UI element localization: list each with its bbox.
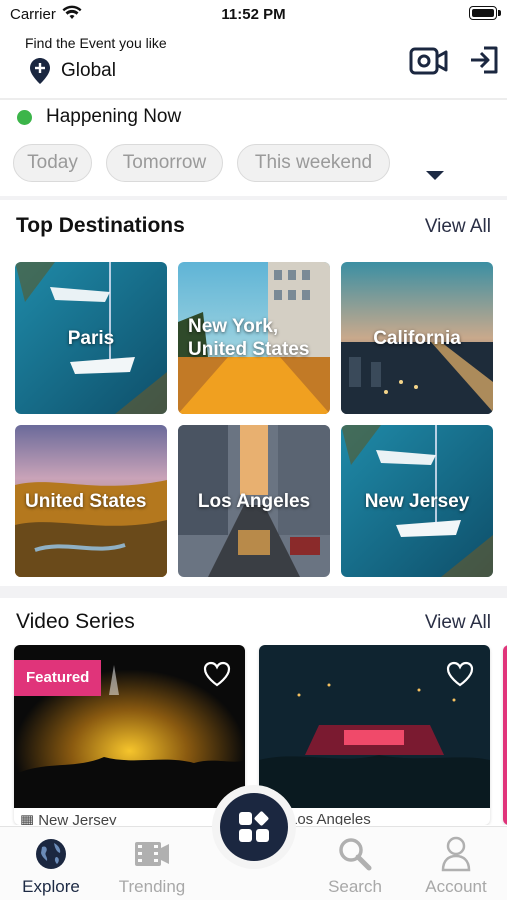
chip-today[interactable]: Today [13,144,92,182]
header: Find the Event you like Global [0,30,507,98]
video-series-view-all-link[interactable]: View All [425,612,491,634]
video-card-los-angeles[interactable]: Los Angeles [259,645,490,825]
user-icon [411,835,501,873]
destination-tile-paris[interactable]: Paris [15,262,167,414]
chevron-down-icon[interactable] [426,171,444,180]
destination-label: Los Angeles [197,490,311,512]
video-camera-button[interactable] [408,44,450,78]
destination-tile-united-states[interactable]: United States [15,425,167,577]
header-prompt: Find the Event you like [25,35,167,51]
section-divider [0,196,507,200]
globe-icon [6,835,96,873]
login-button[interactable] [466,42,502,78]
chip-tomorrow[interactable]: Tomorrow [106,144,223,182]
building-icon: ▦ [20,812,35,825]
heart-icon[interactable] [203,661,231,687]
live-indicator-dot [17,110,32,125]
destination-label: United States [25,490,147,512]
categories-fab-button[interactable] [220,793,288,861]
tab-search[interactable]: Search [310,835,400,897]
destination-tile-new-jersey[interactable]: New Jersey [341,425,493,577]
destinations-grid: Paris New York, United States California [0,262,507,582]
tab-label: Search [328,877,382,896]
destination-label: New York, United States [188,316,310,360]
happening-now-label: Happening Now [46,106,182,127]
clock: 11:52 PM [221,6,286,23]
destination-label: Paris [67,327,115,349]
tab-account[interactable]: Account [411,835,501,897]
destination-tile-new-york[interactable]: New York, United States [178,262,330,414]
grid-shapes-icon [239,811,269,842]
tab-trending[interactable]: Trending [107,835,197,897]
video-card-new-jersey[interactable]: Featured ▦ New Jersey [14,645,245,825]
destinations-view-all-link[interactable]: View All [425,216,491,238]
battery-icon [469,6,501,20]
sign-in-icon [471,46,498,74]
video-camera-icon [409,47,448,75]
tab-label: Trending [118,877,186,896]
destination-tile-los-angeles[interactable]: Los Angeles [178,425,330,577]
destination-tile-california[interactable]: California [341,262,493,414]
video-location-label: New Jersey [38,811,117,826]
section-divider [0,586,507,598]
status-bar: Carrier 11:52 PM [0,0,507,30]
chip-this-weekend[interactable]: This weekend [237,144,390,182]
tab-label: Account [425,877,487,896]
video-card-peek[interactable] [503,645,507,825]
happening-now-section: Happening Now Today Tomorrow This weeken… [0,100,507,198]
destination-label: New Jersey [364,490,470,512]
location-pin-icon[interactable] [30,58,50,89]
tab-label: Explore [22,877,80,896]
video-location-label: Los Angeles [289,811,371,825]
tab-explore[interactable]: Explore [6,835,96,897]
video-caption: ▦ New Jersey [20,811,117,826]
video-series-title: Video Series [16,610,135,633]
destination-label: California [373,327,461,349]
top-destinations-title: Top Destinations [16,214,185,237]
video-caption: Los Angeles [289,811,371,825]
heart-icon[interactable] [446,661,474,687]
location-selector[interactable]: Global [61,60,116,82]
film-icon [107,835,197,873]
search-icon [310,835,400,873]
featured-badge: Featured [14,660,102,696]
